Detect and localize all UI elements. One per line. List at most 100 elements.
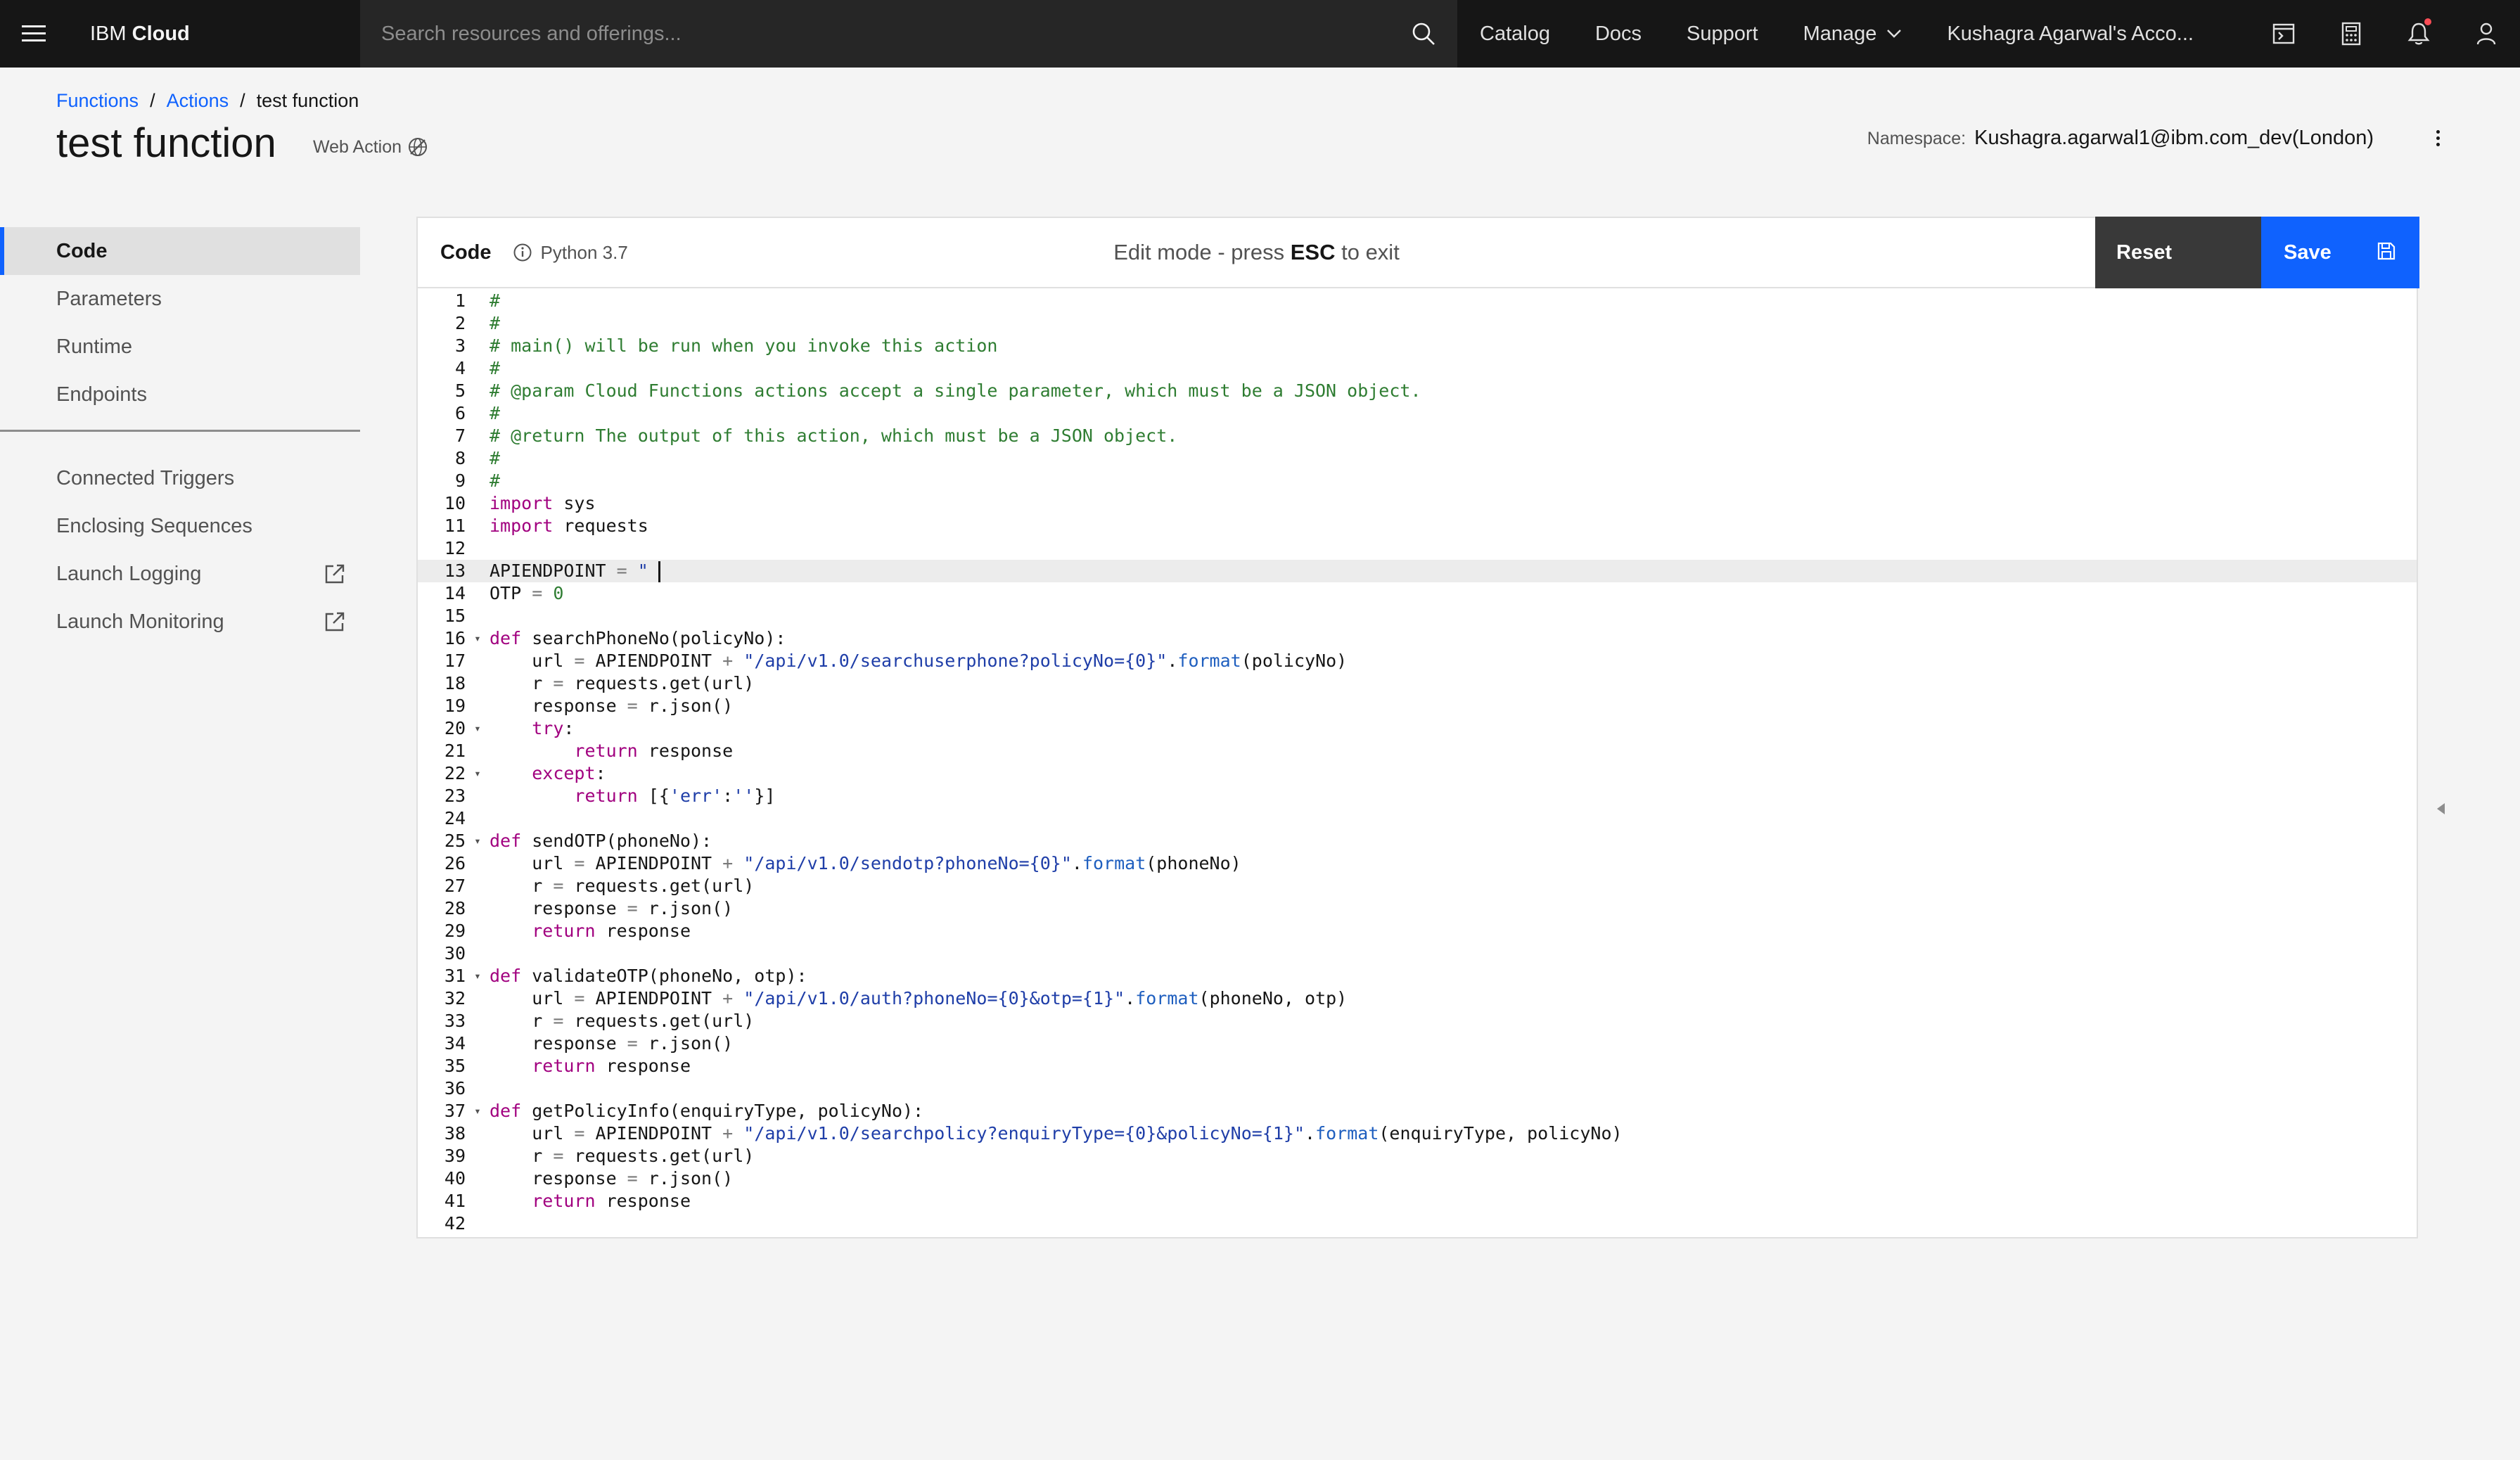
fold-toggle-icon[interactable]: ▾ bbox=[466, 762, 490, 785]
code-line[interactable]: 38 url = APIENDPOINT + "/api/v1.0/search… bbox=[418, 1122, 2417, 1145]
code-line[interactable]: 14 OTP = 0 bbox=[418, 582, 2417, 605]
user-icon[interactable] bbox=[2452, 0, 2520, 68]
code-line[interactable]: 16 ▾ def searchPhoneNo(policyNo): bbox=[418, 627, 2417, 650]
code-editor[interactable]: 1 #2 #3 # main() will be run when you invok… bbox=[418, 290, 2417, 1235]
code-line[interactable]: 6 # bbox=[418, 402, 2417, 425]
code-line[interactable]: 2 # bbox=[418, 312, 2417, 335]
code-line[interactable]: 26 url = APIENDPOINT + "/api/v1.0/sendot… bbox=[418, 852, 2417, 875]
gutter-spacer bbox=[466, 897, 490, 920]
line-number: 30 bbox=[444, 943, 466, 963]
notification-icon[interactable] bbox=[2385, 0, 2452, 68]
sidebar-item-launch-monitoring[interactable]: Launch Monitoring bbox=[0, 598, 360, 646]
code-line[interactable]: 13 APIENDPOINT = " bbox=[418, 560, 2417, 582]
code-line[interactable]: 18 r = requests.get(url) bbox=[418, 672, 2417, 695]
fold-toggle-icon[interactable]: ▾ bbox=[466, 1100, 490, 1122]
search-input[interactable]: Search resources and offerings... bbox=[360, 0, 1457, 68]
code-line[interactable]: 12 bbox=[418, 537, 2417, 560]
line-number: 24 bbox=[444, 808, 466, 828]
code-line[interactable]: 11 import requests bbox=[418, 515, 2417, 537]
reset-button[interactable]: Reset bbox=[2095, 217, 2261, 288]
line-number: 1 bbox=[454, 290, 466, 311]
code-line[interactable]: 29 return response bbox=[418, 920, 2417, 942]
code-line[interactable]: 9 # bbox=[418, 470, 2417, 492]
code-line[interactable]: 23 return [{'err':''}] bbox=[418, 785, 2417, 807]
manage-menu[interactable]: Manage bbox=[1781, 23, 1925, 46]
line-number: 31 bbox=[444, 966, 466, 986]
gutter-spacer bbox=[466, 875, 490, 897]
code-line[interactable]: 30 bbox=[418, 942, 2417, 965]
line-number: 29 bbox=[444, 921, 466, 941]
fold-toggle-icon[interactable]: ▾ bbox=[466, 830, 490, 852]
code-line[interactable]: 10 import sys bbox=[418, 492, 2417, 515]
code-line[interactable]: 25 ▾ def sendOTP(phoneNo): bbox=[418, 830, 2417, 852]
line-number: 4 bbox=[454, 358, 466, 378]
fold-toggle-icon[interactable]: ▾ bbox=[466, 965, 490, 987]
sidebar-item-parameters[interactable]: Parameters bbox=[0, 275, 360, 323]
code-line[interactable]: 3 # main() will be run when you invoke th… bbox=[418, 335, 2417, 357]
code-line[interactable]: 41 return response bbox=[418, 1190, 2417, 1212]
gutter-spacer bbox=[466, 650, 490, 672]
code-line[interactable]: 34 response = r.json() bbox=[418, 1032, 2417, 1055]
code-line[interactable]: 27 r = requests.get(url) bbox=[418, 875, 2417, 897]
cost-estimator-icon[interactable] bbox=[2317, 0, 2385, 68]
code-line[interactable]: 24 bbox=[418, 807, 2417, 830]
code-line[interactable]: 4 # bbox=[418, 357, 2417, 380]
gutter-spacer bbox=[466, 357, 490, 380]
editor-header: Edit mode - press ESC to exit Code Pytho… bbox=[418, 217, 2419, 288]
code-line[interactable]: 1 # bbox=[418, 290, 2417, 312]
line-number: 5 bbox=[454, 380, 466, 401]
code-line[interactable]: 36 bbox=[418, 1077, 2417, 1100]
code-line[interactable]: 15 bbox=[418, 605, 2417, 627]
code-line[interactable]: 39 r = requests.get(url) bbox=[418, 1145, 2417, 1167]
fold-toggle-icon[interactable]: ▾ bbox=[466, 627, 490, 650]
code-line[interactable]: 17 url = APIENDPOINT + "/api/v1.0/search… bbox=[418, 650, 2417, 672]
line-number: 15 bbox=[444, 606, 466, 626]
sidebar-item-code[interactable]: Code bbox=[0, 227, 360, 275]
code-text: except: bbox=[532, 763, 606, 783]
code-line[interactable]: 20 ▾ try: bbox=[418, 717, 2417, 740]
edit-mode-hint: Edit mode - press ESC to exit bbox=[418, 240, 2095, 265]
cloud-shell-icon[interactable] bbox=[2250, 0, 2317, 68]
fold-toggle-icon[interactable]: ▾ bbox=[466, 717, 490, 740]
code-line[interactable]: 37 ▾ def getPolicyInfo(enquiryType, policy… bbox=[418, 1100, 2417, 1122]
account-switcher[interactable]: Kushagra Agarwal's Acco... bbox=[1924, 23, 2216, 46]
brand-logo[interactable]: IBM Cloud bbox=[68, 23, 360, 46]
sidebar-item-enclosing-sequences[interactable]: Enclosing Sequences bbox=[0, 502, 360, 550]
namespace-value[interactable]: Kushagra.agarwal1@ibm.com_dev(London) bbox=[1974, 127, 2374, 150]
code-line[interactable]: 35 return response bbox=[418, 1055, 2417, 1077]
breadcrumb-separator: / bbox=[150, 90, 155, 111]
hamburger-menu-icon[interactable] bbox=[0, 0, 68, 68]
overflow-menu-icon[interactable] bbox=[2424, 124, 2452, 152]
gutter-spacer bbox=[466, 1077, 490, 1100]
catalog-link[interactable]: Catalog bbox=[1457, 23, 1573, 46]
support-link[interactable]: Support bbox=[1664, 23, 1781, 46]
code-line[interactable]: 32 url = APIENDPOINT + "/api/v1.0/auth?p… bbox=[418, 987, 2417, 1010]
sidebar-item-launch-logging[interactable]: Launch Logging bbox=[0, 550, 360, 598]
sidebar-item-runtime[interactable]: Runtime bbox=[0, 323, 360, 371]
sidebar-item-endpoints[interactable]: Endpoints bbox=[0, 371, 360, 418]
save-button-label: Save bbox=[2284, 241, 2332, 264]
code-line[interactable]: 5 # @param Cloud Functions actions accept… bbox=[418, 380, 2417, 402]
brand-name: Cloud bbox=[132, 22, 190, 45]
code-line[interactable]: 28 response = r.json() bbox=[418, 897, 2417, 920]
code-line[interactable]: 19 response = r.json() bbox=[418, 695, 2417, 717]
line-number: 37 bbox=[444, 1101, 466, 1121]
breadcrumb-actions[interactable]: Actions bbox=[167, 90, 229, 112]
code-line[interactable]: 7 # @return The output of this action, wh… bbox=[418, 425, 2417, 447]
docs-link[interactable]: Docs bbox=[1573, 23, 1664, 46]
sidebar-item-connected-triggers[interactable]: Connected Triggers bbox=[0, 454, 360, 502]
gutter-spacer bbox=[466, 335, 490, 357]
breadcrumb-functions[interactable]: Functions bbox=[56, 90, 139, 112]
code-line[interactable]: 40 response = r.json() bbox=[418, 1167, 2417, 1190]
search-icon[interactable] bbox=[1390, 0, 1457, 68]
gutter-spacer bbox=[466, 515, 490, 537]
code-line[interactable]: 22 ▾ except: bbox=[418, 762, 2417, 785]
code-line[interactable]: 33 r = requests.get(url) bbox=[418, 1010, 2417, 1032]
code-line[interactable]: 21 return response bbox=[418, 740, 2417, 762]
save-button[interactable]: Save bbox=[2261, 217, 2419, 288]
collapse-panel-icon[interactable] bbox=[2435, 802, 2446, 816]
code-line[interactable]: 42 bbox=[418, 1212, 2417, 1235]
code-line[interactable]: 31 ▾ def validateOTP(phoneNo, otp): bbox=[418, 965, 2417, 987]
code-text: return response bbox=[532, 1191, 691, 1211]
code-line[interactable]: 8 # bbox=[418, 447, 2417, 470]
